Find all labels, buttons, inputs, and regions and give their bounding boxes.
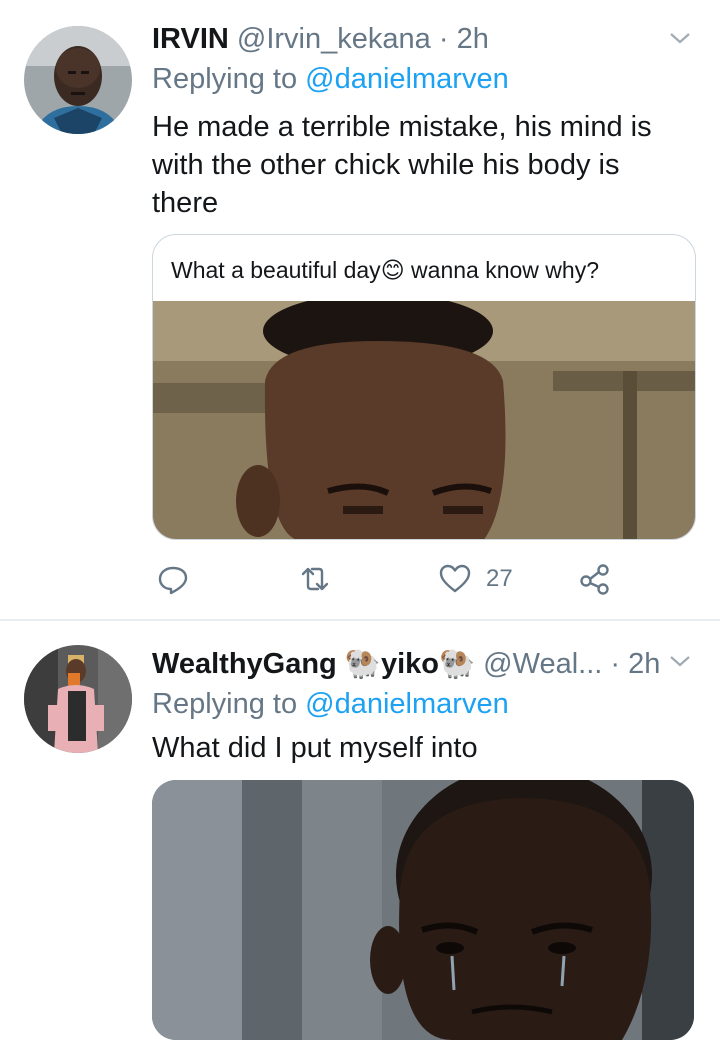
card-caption-text: What a beautiful day	[171, 257, 381, 283]
avatar[interactable]	[24, 26, 132, 134]
card-caption-text-end: wanna know why?	[404, 257, 600, 283]
card-caption: What a beautiful day😊 wanna know why?	[171, 257, 599, 284]
replying-to: Replying to @danielmarven	[152, 60, 509, 98]
timestamp[interactable]: 2h	[457, 23, 489, 55]
tweet-text: What did I put myself into	[152, 732, 478, 764]
user-handle[interactable]: @Irvin_kekana	[237, 23, 431, 55]
media-card[interactable]: What a beautiful day😊 wanna know why?	[152, 234, 696, 540]
separator: ·	[610, 648, 621, 680]
avatar-image	[24, 26, 132, 134]
replying-to: Replying to @danielmarven	[152, 685, 509, 723]
display-name-part: yiko	[380, 648, 439, 680]
retweet-button[interactable]	[298, 556, 332, 602]
reply-mention[interactable]: @danielmarven	[305, 63, 509, 95]
timestamp[interactable]: 2h	[628, 648, 660, 680]
display-name[interactable]: WealthyGang 🐏yiko🐏	[152, 648, 475, 680]
user-handle[interactable]: @Weal...	[483, 648, 602, 680]
ram-emoji: 🐏	[344, 648, 381, 680]
reply-mention[interactable]: @danielmarven	[305, 688, 509, 720]
tweet-header: WealthyGang 🐏yiko🐏 @Weal... · 2h	[152, 645, 660, 683]
meme-photo	[152, 780, 694, 1040]
tweet-irvin[interactable]: IRVIN @Irvin_kekana · 2h Replying to @da…	[0, 0, 720, 620]
display-name-part: WealthyGang	[152, 648, 337, 680]
avatar-image	[24, 645, 132, 753]
replying-prefix: Replying to	[152, 63, 298, 95]
reply-button[interactable]	[156, 556, 190, 602]
share-button[interactable]	[578, 556, 612, 602]
chevron-down-icon[interactable]	[668, 649, 692, 673]
ram-emoji: 🐏	[438, 648, 476, 680]
heart-icon	[439, 564, 471, 593]
share-icon	[580, 564, 609, 595]
separator: ·	[438, 23, 449, 55]
like-button[interactable]: 27	[438, 556, 513, 602]
tweet-actions: 27	[152, 556, 622, 602]
tweet-photo[interactable]	[152, 780, 694, 1040]
replying-prefix: Replying to	[152, 688, 298, 720]
avatar[interactable]	[24, 645, 132, 753]
smile-emoji: 😊	[380, 257, 405, 283]
tweet-text: He made a terrible mistake, his mind is …	[152, 111, 652, 219]
chevron-down-icon[interactable]	[668, 26, 692, 50]
display-name[interactable]: IRVIN	[152, 23, 229, 55]
meme-photo	[153, 301, 695, 539]
retweet-icon	[301, 567, 329, 591]
tweet-header: IRVIN @Irvin_kekana · 2h	[152, 20, 660, 58]
reply-icon	[158, 566, 188, 595]
like-count: 27	[486, 565, 513, 592]
